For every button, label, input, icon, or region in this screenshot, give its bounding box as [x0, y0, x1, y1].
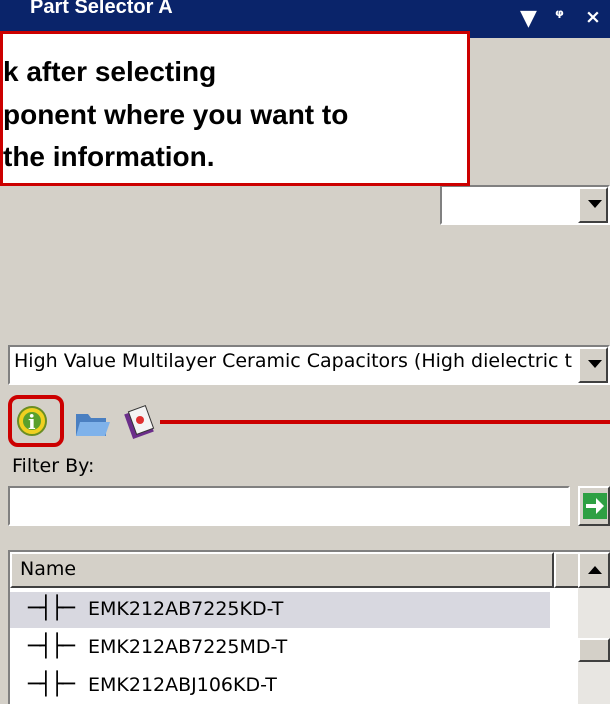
datasheet-button[interactable] [120, 402, 160, 442]
column-header-label: Name [20, 558, 77, 580]
column-header-name[interactable]: Name [10, 552, 554, 588]
category-combo-dropdown-button[interactable] [578, 187, 608, 223]
list-item-label: EMK212AB7225KD-T [88, 598, 284, 620]
annotation-line [160, 420, 610, 424]
chevron-up-icon [588, 566, 602, 574]
capacitor-icon: ─┤├─ [28, 672, 75, 697]
chevron-down-icon [588, 200, 602, 208]
scroll-thumb[interactable] [578, 638, 610, 662]
svg-text:i: i [28, 410, 36, 434]
arrow-right-icon [583, 493, 607, 519]
book-icon [124, 405, 155, 439]
list-item[interactable]: ─┤├─ EMK212AB7225MD-T [10, 630, 550, 666]
series-combo-value: High Value Multilayer Ceramic Capacitors… [14, 350, 572, 372]
capacitor-icon: ─┤├─ [28, 596, 75, 621]
panel-title: Part Selector A [30, 0, 173, 18]
info-icon: i [17, 406, 47, 436]
capacitor-icon: ─┤├─ [28, 634, 75, 659]
pin-icon[interactable]: ᵠ [555, 6, 564, 27]
chevron-down-icon [588, 360, 602, 368]
list-item-label: EMK212ABJ106KD-T [88, 674, 277, 696]
list-scrollbar[interactable] [578, 552, 610, 704]
callout-line-3: the information. [3, 141, 215, 172]
callout-line-1: k after selecting [3, 56, 217, 87]
open-folder-button[interactable] [72, 402, 112, 442]
instruction-callout: k after selecting ponent where you want … [0, 31, 470, 186]
category-combo[interactable] [440, 185, 610, 225]
folder-open-icon [76, 414, 110, 436]
part-list[interactable]: Name ─┤├─ EMK212AB7225KD-T ─┤├─ EMK212AB… [8, 550, 610, 704]
series-combo[interactable]: High Value Multilayer Ceramic Capacitors… [8, 345, 610, 385]
close-icon[interactable]: × [585, 6, 601, 28]
dropdown-icon[interactable]: ▼ [520, 6, 537, 31]
series-combo-dropdown-button[interactable] [578, 347, 608, 383]
filter-label: Filter By: [12, 455, 95, 477]
info-button[interactable]: i [8, 395, 64, 447]
filter-go-button[interactable] [578, 486, 610, 526]
scroll-up-button[interactable] [578, 552, 610, 588]
list-item[interactable]: ─┤├─ EMK212AB7225KD-T [10, 592, 550, 628]
list-item[interactable]: ─┤├─ EMK212ABJ106KD-T [10, 668, 550, 704]
list-item-label: EMK212AB7225MD-T [88, 636, 288, 658]
filter-input[interactable] [8, 486, 570, 526]
callout-line-2: ponent where you want to [3, 99, 349, 130]
